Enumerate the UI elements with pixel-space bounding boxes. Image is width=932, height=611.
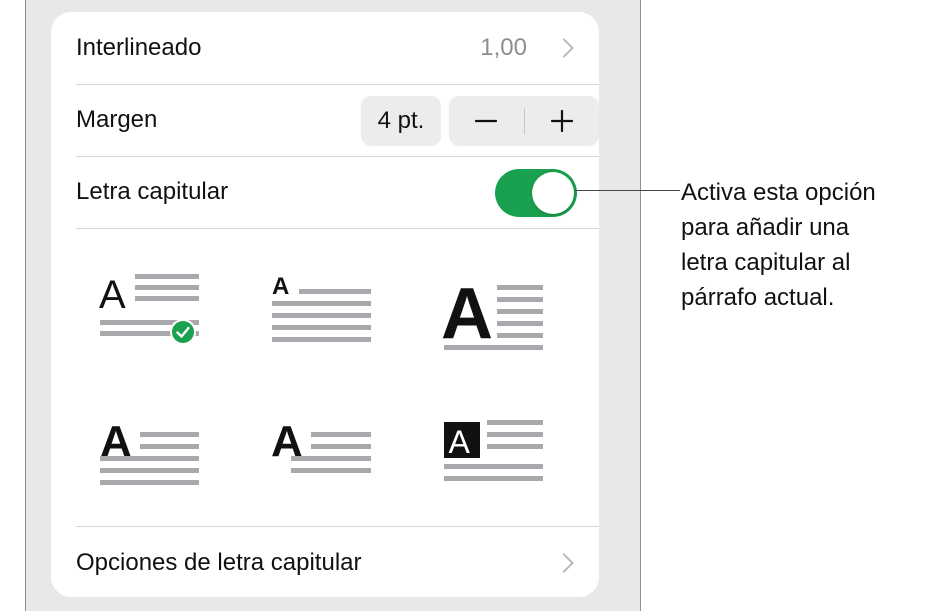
margin-stepper [449,96,599,146]
callout-line-2: para añadir una [681,214,850,241]
chevron-right-icon [554,553,574,573]
margin-label: Margen [76,106,158,133]
drop-cap-style-4[interactable]: A [97,412,202,487]
margin-value: 4 pt. [377,107,425,134]
drop-cap-options-row[interactable]: Opciones de letra capitular [76,526,599,599]
increment-button[interactable] [525,96,600,146]
drop-cap-style-5-icon: A [271,417,371,473]
margin-row: Margen 4 pt. [76,84,599,157]
toggle-knob [532,172,574,214]
format-card: Interlineado 1,00 Margen 4 pt. Letra cap… [51,12,599,597]
callout-text: Activa esta opción para añadir una letra… [681,175,921,315]
callout-line-3: letra capitular al [681,249,851,276]
plus-icon [550,109,573,133]
callout-line-4: párrafo actual. [681,284,835,311]
drop-cap-toggle[interactable] [495,169,577,217]
drop-cap-style-4-icon: A [100,417,199,485]
drop-cap-style-5[interactable]: A [269,412,374,487]
svg-text:A: A [272,273,289,300]
callout-leader-line [575,190,680,191]
drop-cap-row: Letra capitular [76,156,599,229]
line-spacing-row[interactable]: Interlineado 1,00 [76,12,599,85]
chevron-right-icon [554,38,574,58]
decrement-button[interactable] [449,96,524,146]
drop-cap-style-3-icon: A [441,274,543,354]
svg-text:A: A [441,274,493,350]
drop-cap-style-1[interactable]: A [97,270,202,345]
drop-cap-style-3[interactable]: A [441,270,546,354]
drop-cap-label: Letra capitular [76,178,229,205]
drop-cap-style-6-icon: A [444,420,543,481]
line-spacing-value: 1,00 [480,34,527,61]
svg-text:A: A [99,273,126,317]
drop-cap-style-2[interactable]: A [269,270,374,345]
line-spacing-label: Interlineado [76,34,202,61]
drop-cap-style-1-icon: A [99,273,199,345]
drop-cap-style-6[interactable]: A [441,412,546,487]
selected-check-badge [172,321,194,343]
svg-text:A: A [449,424,471,460]
margin-value-field[interactable]: 4 pt. [361,96,441,146]
minus-icon [475,119,498,123]
drop-cap-style-2-icon: A [272,273,371,342]
callout-line-1: Activa esta opción [681,179,876,206]
drop-cap-options-label: Opciones de letra capitular [76,549,362,576]
